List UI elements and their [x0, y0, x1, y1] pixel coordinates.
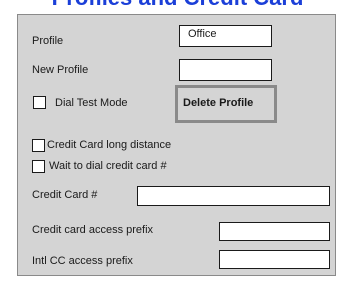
- dial-test-mode-checkbox[interactable]: [33, 96, 46, 109]
- window-title: Profiles and Credit Card: [0, 0, 355, 10]
- credit-card-number-field[interactable]: [137, 186, 330, 206]
- wait-to-dial-checkbox[interactable]: [32, 160, 45, 173]
- credit-card-long-distance-checkbox[interactable]: [32, 139, 45, 152]
- access-prefix-field[interactable]: [219, 222, 330, 241]
- intl-prefix-field[interactable]: [219, 250, 330, 269]
- profile-label: Profile: [32, 35, 64, 47]
- profile-field[interactable]: Office: [179, 25, 272, 47]
- profiles-credit-card-screen: Profiles and Credit Card Profile Office …: [0, 0, 355, 283]
- new-profile-label: New Profile: [32, 64, 89, 76]
- access-prefix-label: Credit card access prefix: [32, 224, 154, 236]
- wait-to-dial-label: Wait to dial credit card #: [49, 160, 167, 172]
- intl-prefix-label: Intl CC access prefix: [32, 255, 133, 267]
- dial-test-mode-label: Dial Test Mode: [55, 97, 128, 109]
- delete-profile-button[interactable]: Delete Profile: [175, 85, 277, 123]
- new-profile-field[interactable]: [179, 59, 272, 81]
- settings-panel: Profile Office New Profile Dial Test Mod…: [17, 14, 336, 276]
- credit-card-number-label: Credit Card #: [32, 189, 98, 201]
- credit-card-long-distance-label: Credit Card long distance: [47, 139, 172, 151]
